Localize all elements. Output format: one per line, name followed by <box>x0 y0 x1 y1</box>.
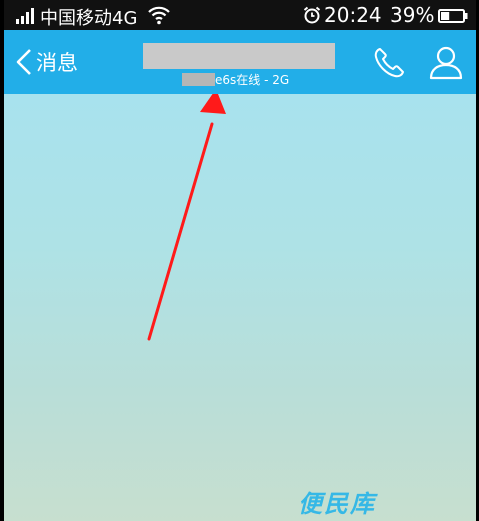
back-chevron-icon <box>16 49 31 75</box>
back-label: 消息 <box>36 51 78 75</box>
status-bar: 中国移动4G 20:24 39% <box>4 0 476 30</box>
online-status-text: e6s在线 - 2G <box>215 72 290 87</box>
carrier-label: 中国移动4G <box>40 8 138 29</box>
screen: 中国移动4G 20:24 39% 消息 e6s在线 - 2G 便民库 <box>4 0 476 521</box>
device-name-redacted <box>182 72 215 86</box>
profile-icon[interactable] <box>428 44 464 80</box>
wifi-icon <box>148 6 170 25</box>
phone-icon[interactable] <box>372 46 406 80</box>
alarm-icon <box>303 6 321 24</box>
red-arrow-icon <box>147 94 226 341</box>
chat-area[interactable]: 便民库 <box>4 94 476 521</box>
online-status: e6s在线 - 2G <box>182 70 289 88</box>
battery-icon <box>438 9 468 23</box>
phone-frame: 中国移动4G 20:24 39% 消息 e6s在线 - 2G 便民库 <box>0 0 479 521</box>
signal-icon <box>16 8 38 24</box>
clock: 20:24 <box>324 3 382 27</box>
back-button[interactable]: 消息 <box>16 46 78 78</box>
title-bar: 消息 e6s在线 - 2G <box>4 30 476 94</box>
contact-name-redacted <box>143 43 335 69</box>
watermark: 便民库 <box>298 490 376 518</box>
battery-percent: 39% <box>390 3 435 27</box>
